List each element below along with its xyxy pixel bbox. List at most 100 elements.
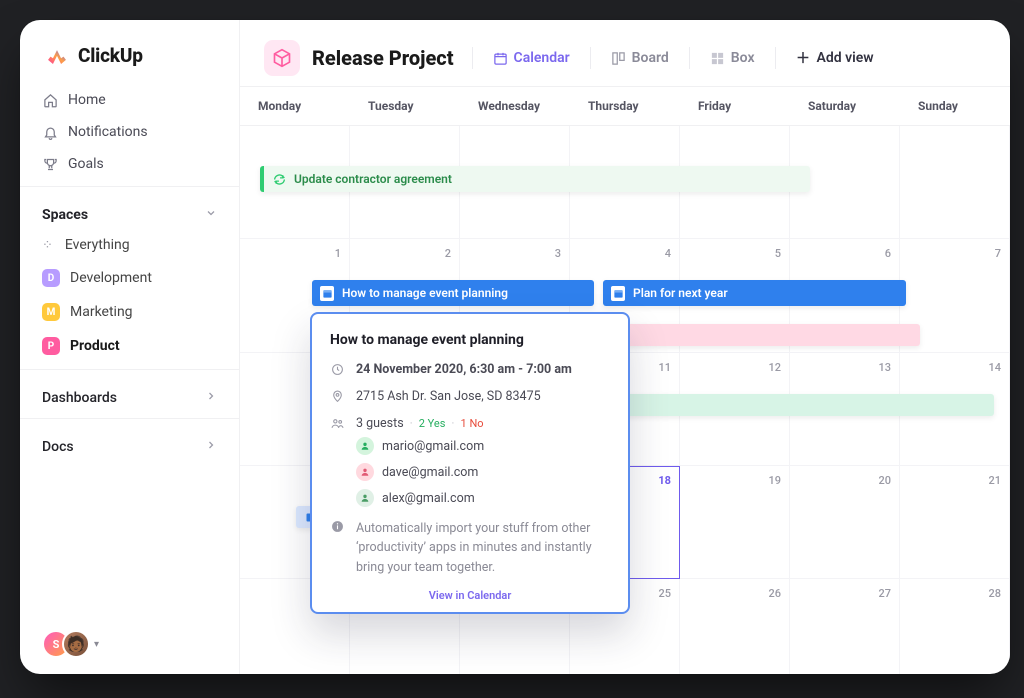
date-num: 7: [995, 247, 1001, 260]
date-num: 1: [335, 247, 341, 260]
home-icon: [42, 92, 58, 108]
location-pin-icon: [330, 390, 344, 404]
date-num: 13: [878, 361, 891, 374]
view-in-calendar-link[interactable]: View in Calendar: [330, 589, 610, 602]
chevron-right-icon: [205, 439, 217, 455]
event-contractor[interactable]: Update contractor agreement: [260, 166, 810, 192]
board-icon: [611, 51, 626, 66]
tab-add-view[interactable]: ＋ Add view: [794, 46, 876, 70]
brand[interactable]: ClickUp: [20, 20, 239, 84]
space-badge: M: [42, 303, 60, 321]
date-num: 18: [658, 474, 671, 487]
tab-label: Box: [731, 50, 755, 66]
calendar-cell[interactable]: 28: [900, 579, 1010, 674]
docs-label: Docs: [42, 439, 74, 455]
tab-label: Board: [632, 50, 669, 66]
event-next-year[interactable]: Plan for next year: [603, 280, 906, 306]
day-header: Tuesday: [350, 87, 460, 125]
tab-box[interactable]: Box: [708, 46, 757, 70]
popup-location-text: 2715 Ash Dr. San Jose, SD 83475: [356, 389, 541, 404]
dashboards-label: Dashboards: [42, 390, 117, 406]
event-pink[interactable]: [603, 324, 920, 346]
date-num: 21: [988, 474, 1001, 487]
info-icon: [330, 520, 344, 577]
date-num: 28: [988, 587, 1001, 600]
day-header: Sunday: [900, 87, 1010, 125]
calendar-cell[interactable]: 20: [790, 466, 900, 579]
day-header: Saturday: [790, 87, 900, 125]
user-avatars[interactable]: S ▾: [20, 614, 239, 674]
top-bar: Release Project Calendar Board Bo: [240, 20, 1010, 86]
guests-count: 3 guests: [356, 416, 404, 431]
chevron-right-icon: [205, 390, 217, 406]
date-num: 2: [445, 247, 451, 260]
calendar-date-icon: [611, 286, 625, 301]
space-everything-label: Everything: [65, 237, 130, 253]
date-num: 20: [878, 474, 891, 487]
calendar-date-icon: [320, 286, 334, 301]
clock-icon: [330, 363, 344, 377]
trophy-icon: [42, 156, 58, 172]
space-badge: P: [42, 337, 60, 355]
nav-goals[interactable]: Goals: [20, 148, 239, 180]
separator: [590, 47, 591, 69]
tab-board[interactable]: Board: [609, 46, 671, 70]
guest-email: alex@gmail.com: [382, 491, 475, 506]
guest-list: mario@gmail.com dave@gmail.com: [356, 437, 610, 507]
sidebar-space-development[interactable]: D Development: [20, 261, 239, 295]
sidebar: ClickUp Home Notifications Goals Spaces: [20, 20, 240, 674]
tab-calendar[interactable]: Calendar: [491, 46, 572, 70]
nav-notifications[interactable]: Notifications: [20, 116, 239, 148]
grid-dots-icon: ⁘: [42, 238, 55, 253]
popup-description-text: Automatically import your stuff from oth…: [356, 519, 610, 577]
guest-email: dave@gmail.com: [382, 465, 478, 480]
nav-notifications-label: Notifications: [68, 124, 148, 140]
guest-row[interactable]: dave@gmail.com: [356, 463, 610, 481]
guest-avatar-icon: [356, 463, 374, 481]
main: Release Project Calendar Board Bo: [240, 20, 1010, 674]
separator: [472, 47, 473, 69]
sidebar-space-marketing[interactable]: M Marketing: [20, 295, 239, 329]
date-num: 14: [988, 361, 1001, 374]
sidebar-space-product[interactable]: P Product: [20, 329, 239, 363]
nav-home-label: Home: [68, 92, 106, 108]
date-num: 5: [775, 247, 781, 260]
chevron-down-icon: ▾: [94, 639, 99, 650]
space-label: Development: [70, 270, 152, 286]
spaces-header[interactable]: Spaces: [20, 193, 239, 229]
guest-row[interactable]: alex@gmail.com: [356, 489, 610, 507]
event-label: Update contractor agreement: [294, 172, 452, 186]
people-icon: [330, 417, 344, 430]
calendar-cell[interactable]: 19: [680, 466, 790, 579]
guest-email: mario@gmail.com: [382, 439, 484, 454]
popup-datetime: 24 November 2020, 6:30 am - 7:00 am: [330, 362, 610, 377]
docs-nav[interactable]: Docs: [20, 425, 239, 461]
nav-home[interactable]: Home: [20, 84, 239, 116]
clickup-logo-icon: [44, 42, 70, 68]
calendar-cell[interactable]: [900, 126, 1010, 239]
project-title: Release Project: [312, 46, 454, 70]
calendar-icon: [493, 51, 508, 66]
guests-yes: 2 Yes: [419, 417, 446, 430]
event-label: How to manage event planning: [342, 286, 508, 300]
calendar-cell[interactable]: 21: [900, 466, 1010, 579]
popup-location: 2715 Ash Dr. San Jose, SD 83475: [330, 389, 610, 404]
date-num: 27: [878, 587, 891, 600]
guest-row[interactable]: mario@gmail.com: [356, 437, 610, 455]
event-mint[interactable]: [603, 394, 994, 416]
event-manage-planning[interactable]: How to manage event planning: [312, 280, 594, 306]
plus-icon: ＋: [796, 51, 811, 66]
space-label: Marketing: [70, 304, 133, 320]
space-everything[interactable]: ⁘ Everything: [20, 229, 239, 261]
calendar-cell[interactable]: 27: [790, 579, 900, 674]
spaces-header-label: Spaces: [42, 207, 88, 223]
date-num: 25: [658, 587, 671, 600]
brand-name: ClickUp: [78, 44, 143, 67]
separator: [775, 47, 776, 69]
calendar-cell[interactable]: 26: [680, 579, 790, 674]
divider: [20, 186, 239, 187]
date-num: 12: [768, 361, 781, 374]
bell-icon: [42, 124, 58, 140]
popup-description: Automatically import your stuff from oth…: [330, 519, 610, 577]
dashboards-nav[interactable]: Dashboards: [20, 376, 239, 412]
